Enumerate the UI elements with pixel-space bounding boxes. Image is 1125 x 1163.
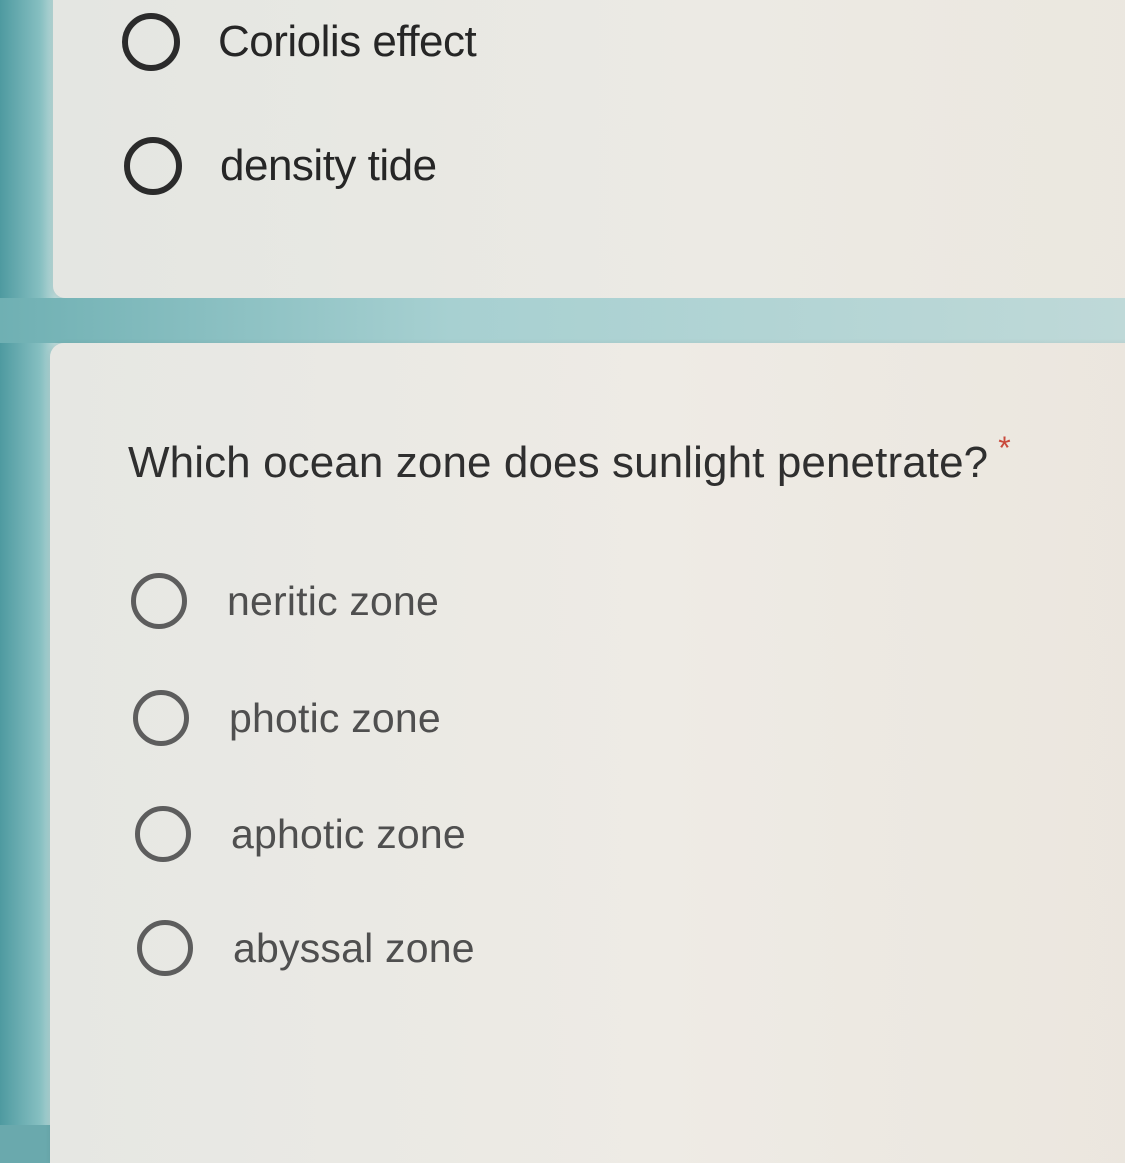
radio-option-density-tide[interactable]: density tide bbox=[124, 137, 437, 195]
radio-option-abyssal-zone[interactable]: abyssal zone bbox=[137, 920, 475, 976]
question-text: Which ocean zone does sunlight penetrate… bbox=[128, 438, 989, 487]
radio-option-coriolis-effect[interactable]: Coriolis effect bbox=[122, 13, 477, 71]
radio-button-icon[interactable] bbox=[137, 920, 193, 976]
card-separator bbox=[0, 298, 1125, 343]
radio-button-icon[interactable] bbox=[131, 573, 187, 629]
option-label: Coriolis effect bbox=[218, 17, 477, 66]
required-asterisk: * bbox=[998, 430, 1011, 466]
radio-button-icon[interactable] bbox=[135, 806, 191, 862]
option-label: photic zone bbox=[229, 694, 441, 741]
radio-button-icon[interactable] bbox=[124, 137, 182, 195]
question-title: Which ocean zone does sunlight penetrate… bbox=[128, 430, 1011, 488]
option-label: neritic zone bbox=[227, 577, 440, 624]
radio-option-aphotic-zone[interactable]: aphotic zone bbox=[135, 806, 466, 862]
radio-button-icon[interactable] bbox=[133, 690, 189, 746]
option-label: abyssal zone bbox=[233, 924, 475, 971]
option-label: aphotic zone bbox=[231, 810, 466, 857]
radio-option-neritic-zone[interactable]: neritic zone bbox=[131, 573, 439, 629]
radio-option-photic-zone[interactable]: photic zone bbox=[133, 690, 441, 746]
option-label: density tide bbox=[220, 141, 437, 190]
radio-button-icon[interactable] bbox=[122, 13, 180, 71]
